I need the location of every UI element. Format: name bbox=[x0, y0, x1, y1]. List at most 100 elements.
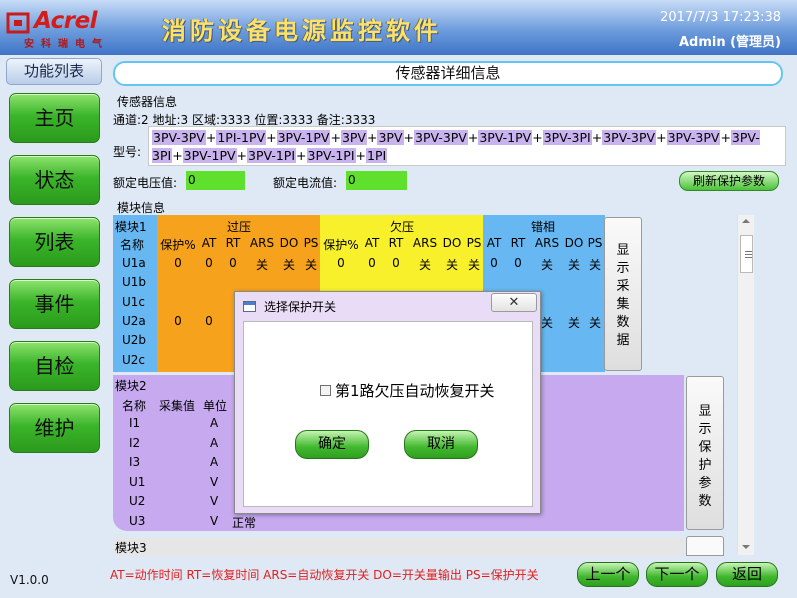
model-plus-sign: + bbox=[236, 148, 248, 163]
u1a-undervoltage-value: 关 bbox=[467, 258, 480, 272]
undervoltage-auto-recover-checkbox[interactable]: 第1路欠压自动恢复开关 bbox=[320, 380, 495, 401]
model-token: 1PI-1PV bbox=[216, 130, 267, 145]
module2-row-unit: A bbox=[210, 435, 219, 450]
column-header-phase-error: DO bbox=[564, 236, 584, 250]
column-header-overvoltage: RT bbox=[225, 236, 241, 250]
show-protection-params-button[interactable]: 显示保护参数 bbox=[686, 376, 724, 530]
column-header-overvoltage: ARS bbox=[249, 236, 275, 250]
acrel-logo-icon bbox=[6, 12, 30, 34]
u1a-phase-value: 关 bbox=[540, 258, 553, 272]
row-label: U1b bbox=[122, 275, 147, 290]
column-header-overvoltage: AT bbox=[201, 236, 217, 250]
column-header-overvoltage: PS bbox=[303, 236, 319, 250]
model-plus-sign: + bbox=[355, 148, 366, 163]
u1a-overvoltage-value: 关 bbox=[282, 258, 295, 272]
column-header-undervoltage: AT bbox=[364, 236, 380, 250]
model-plus-sign: + bbox=[205, 130, 217, 145]
column-header-undervoltage: ARS bbox=[412, 236, 438, 250]
model-token: 3PV-3PV bbox=[602, 130, 657, 145]
u2a-overvoltage-value: 0 bbox=[174, 313, 182, 328]
nav-home-button[interactable]: 主页 bbox=[9, 93, 100, 143]
scroll-thumb[interactable] bbox=[740, 235, 753, 273]
module2-header-unit: 单位 bbox=[203, 399, 228, 413]
module2-row-unit: A bbox=[210, 455, 219, 469]
model-token: 3PV-1PI bbox=[247, 148, 297, 163]
model-label: 型号: bbox=[113, 145, 142, 159]
group-phase-error: 错相 bbox=[531, 220, 556, 234]
model-plus-sign: + bbox=[403, 130, 414, 145]
group-undervoltage: 欠压 bbox=[390, 220, 415, 234]
module2-row-name: U3 bbox=[129, 513, 146, 528]
app-header: Acrel 安科瑞电气 消防设备电源监控软件 2017/7/3 17:23:38… bbox=[0, 0, 797, 55]
rated-current-label: 额定电流值: bbox=[273, 176, 338, 190]
module3-show-button[interactable] bbox=[686, 536, 724, 556]
u1a-overvoltage-value: 0 bbox=[205, 256, 213, 270]
u1a-undervoltage-value: 0 bbox=[392, 256, 400, 270]
model-plus-sign: + bbox=[720, 130, 731, 145]
model-plus-sign: + bbox=[266, 130, 277, 145]
module2-row-name: U2 bbox=[129, 494, 146, 508]
abbreviation-legend: AT=动作时间 RT=恢复时间 ARS=自动恢复开关 DO=开关量输出 PS=保… bbox=[110, 568, 539, 582]
show-collected-data-button[interactable]: 显示采集数据 bbox=[604, 217, 642, 371]
close-button[interactable]: ✕ bbox=[491, 293, 537, 312]
refresh-protection-params-button[interactable]: 刷新保护参数 bbox=[679, 171, 779, 191]
logo-subtitle: 安科瑞电气 bbox=[24, 39, 109, 50]
model-token: 3PV-3PV bbox=[152, 130, 206, 145]
back-button[interactable]: 返回 bbox=[716, 562, 778, 587]
column-header-phase-error: ARS bbox=[534, 236, 560, 250]
datetime: 2017/7/3 17:23:38 bbox=[660, 10, 781, 25]
module2-header-value: 采集值 bbox=[159, 399, 196, 413]
u1a-undervoltage-value: 关 bbox=[418, 258, 431, 272]
checkbox-label: 第1路欠压自动恢复开关 bbox=[335, 382, 495, 400]
scroll-up-arrow-icon[interactable] bbox=[742, 219, 750, 223]
acrel-logo: Acrel 安科瑞电气 bbox=[6, 8, 132, 50]
model-plus-sign: + bbox=[532, 130, 543, 145]
model-token: 3PV-1PI bbox=[306, 148, 356, 163]
u1a-undervoltage-value: 0 bbox=[337, 256, 345, 270]
nav-events-button[interactable]: 事件 bbox=[9, 279, 100, 329]
column-header-phase-error: RT bbox=[510, 236, 526, 250]
module2-row-unit: V bbox=[210, 513, 219, 528]
u1a-undervoltage-value: 关 bbox=[445, 258, 458, 272]
module2-row-name: U1 bbox=[129, 474, 146, 489]
column-header-undervoltage: PS bbox=[466, 236, 482, 250]
show-collected-data-label: 显示采集数据 bbox=[616, 243, 630, 348]
u1a-overvoltage-value: 关 bbox=[255, 258, 268, 272]
next-button[interactable]: 下一个 bbox=[646, 562, 708, 587]
dialog-titlebar[interactable]: 选择保护开关 ✕ bbox=[235, 292, 540, 320]
module2-row-name: I2 bbox=[129, 435, 141, 450]
sensor-info-label: 传感器信息 bbox=[117, 95, 178, 109]
nav-list-button[interactable]: 列表 bbox=[9, 217, 100, 267]
rated-voltage-label: 额定电压值: bbox=[113, 176, 178, 190]
column-header-undervoltage: DO bbox=[442, 236, 462, 250]
model-token: 3PV-3PV bbox=[666, 130, 721, 145]
previous-button[interactable]: 上一个 bbox=[577, 562, 639, 587]
rated-voltage-value: 0 bbox=[186, 171, 245, 190]
module2-header-name: 名称 bbox=[122, 399, 147, 413]
model-token: 3PV-1PV bbox=[276, 130, 331, 145]
checkbox-box[interactable] bbox=[320, 385, 331, 396]
ok-button[interactable]: 确定 bbox=[295, 430, 369, 459]
column-header-overvoltage: 保护% bbox=[160, 238, 196, 252]
logo-brand: Acrel bbox=[34, 8, 98, 34]
nav-status-button[interactable]: 状态 bbox=[9, 155, 100, 205]
app-title: 消防设备电源监控软件 bbox=[162, 16, 442, 45]
module-scrollbar[interactable] bbox=[737, 215, 754, 555]
column-header-name: 名称 bbox=[120, 238, 145, 252]
u1a-phase-value: 0 bbox=[514, 256, 522, 270]
menu-title: 功能列表 bbox=[6, 58, 102, 85]
close-icon: ✕ bbox=[508, 295, 520, 310]
cancel-button[interactable]: 取消 bbox=[404, 430, 478, 459]
model-token: 3PV bbox=[377, 130, 404, 145]
column-header-phase-error: PS bbox=[587, 236, 603, 250]
nav-maintenance-button[interactable]: 维护 bbox=[9, 403, 100, 453]
model-plus-sign: + bbox=[656, 130, 667, 145]
scroll-down-arrow-icon[interactable] bbox=[742, 545, 750, 549]
model-plus-sign: + bbox=[366, 130, 378, 145]
u1a-phase-value: 关 bbox=[567, 258, 580, 272]
show-protection-params-label: 显示保护参数 bbox=[698, 404, 712, 509]
module2-row-name: I1 bbox=[129, 416, 141, 430]
nav-selftest-button[interactable]: 自检 bbox=[9, 341, 100, 391]
model-plus-sign: + bbox=[467, 130, 479, 145]
model-plus-sign: + bbox=[591, 130, 603, 145]
